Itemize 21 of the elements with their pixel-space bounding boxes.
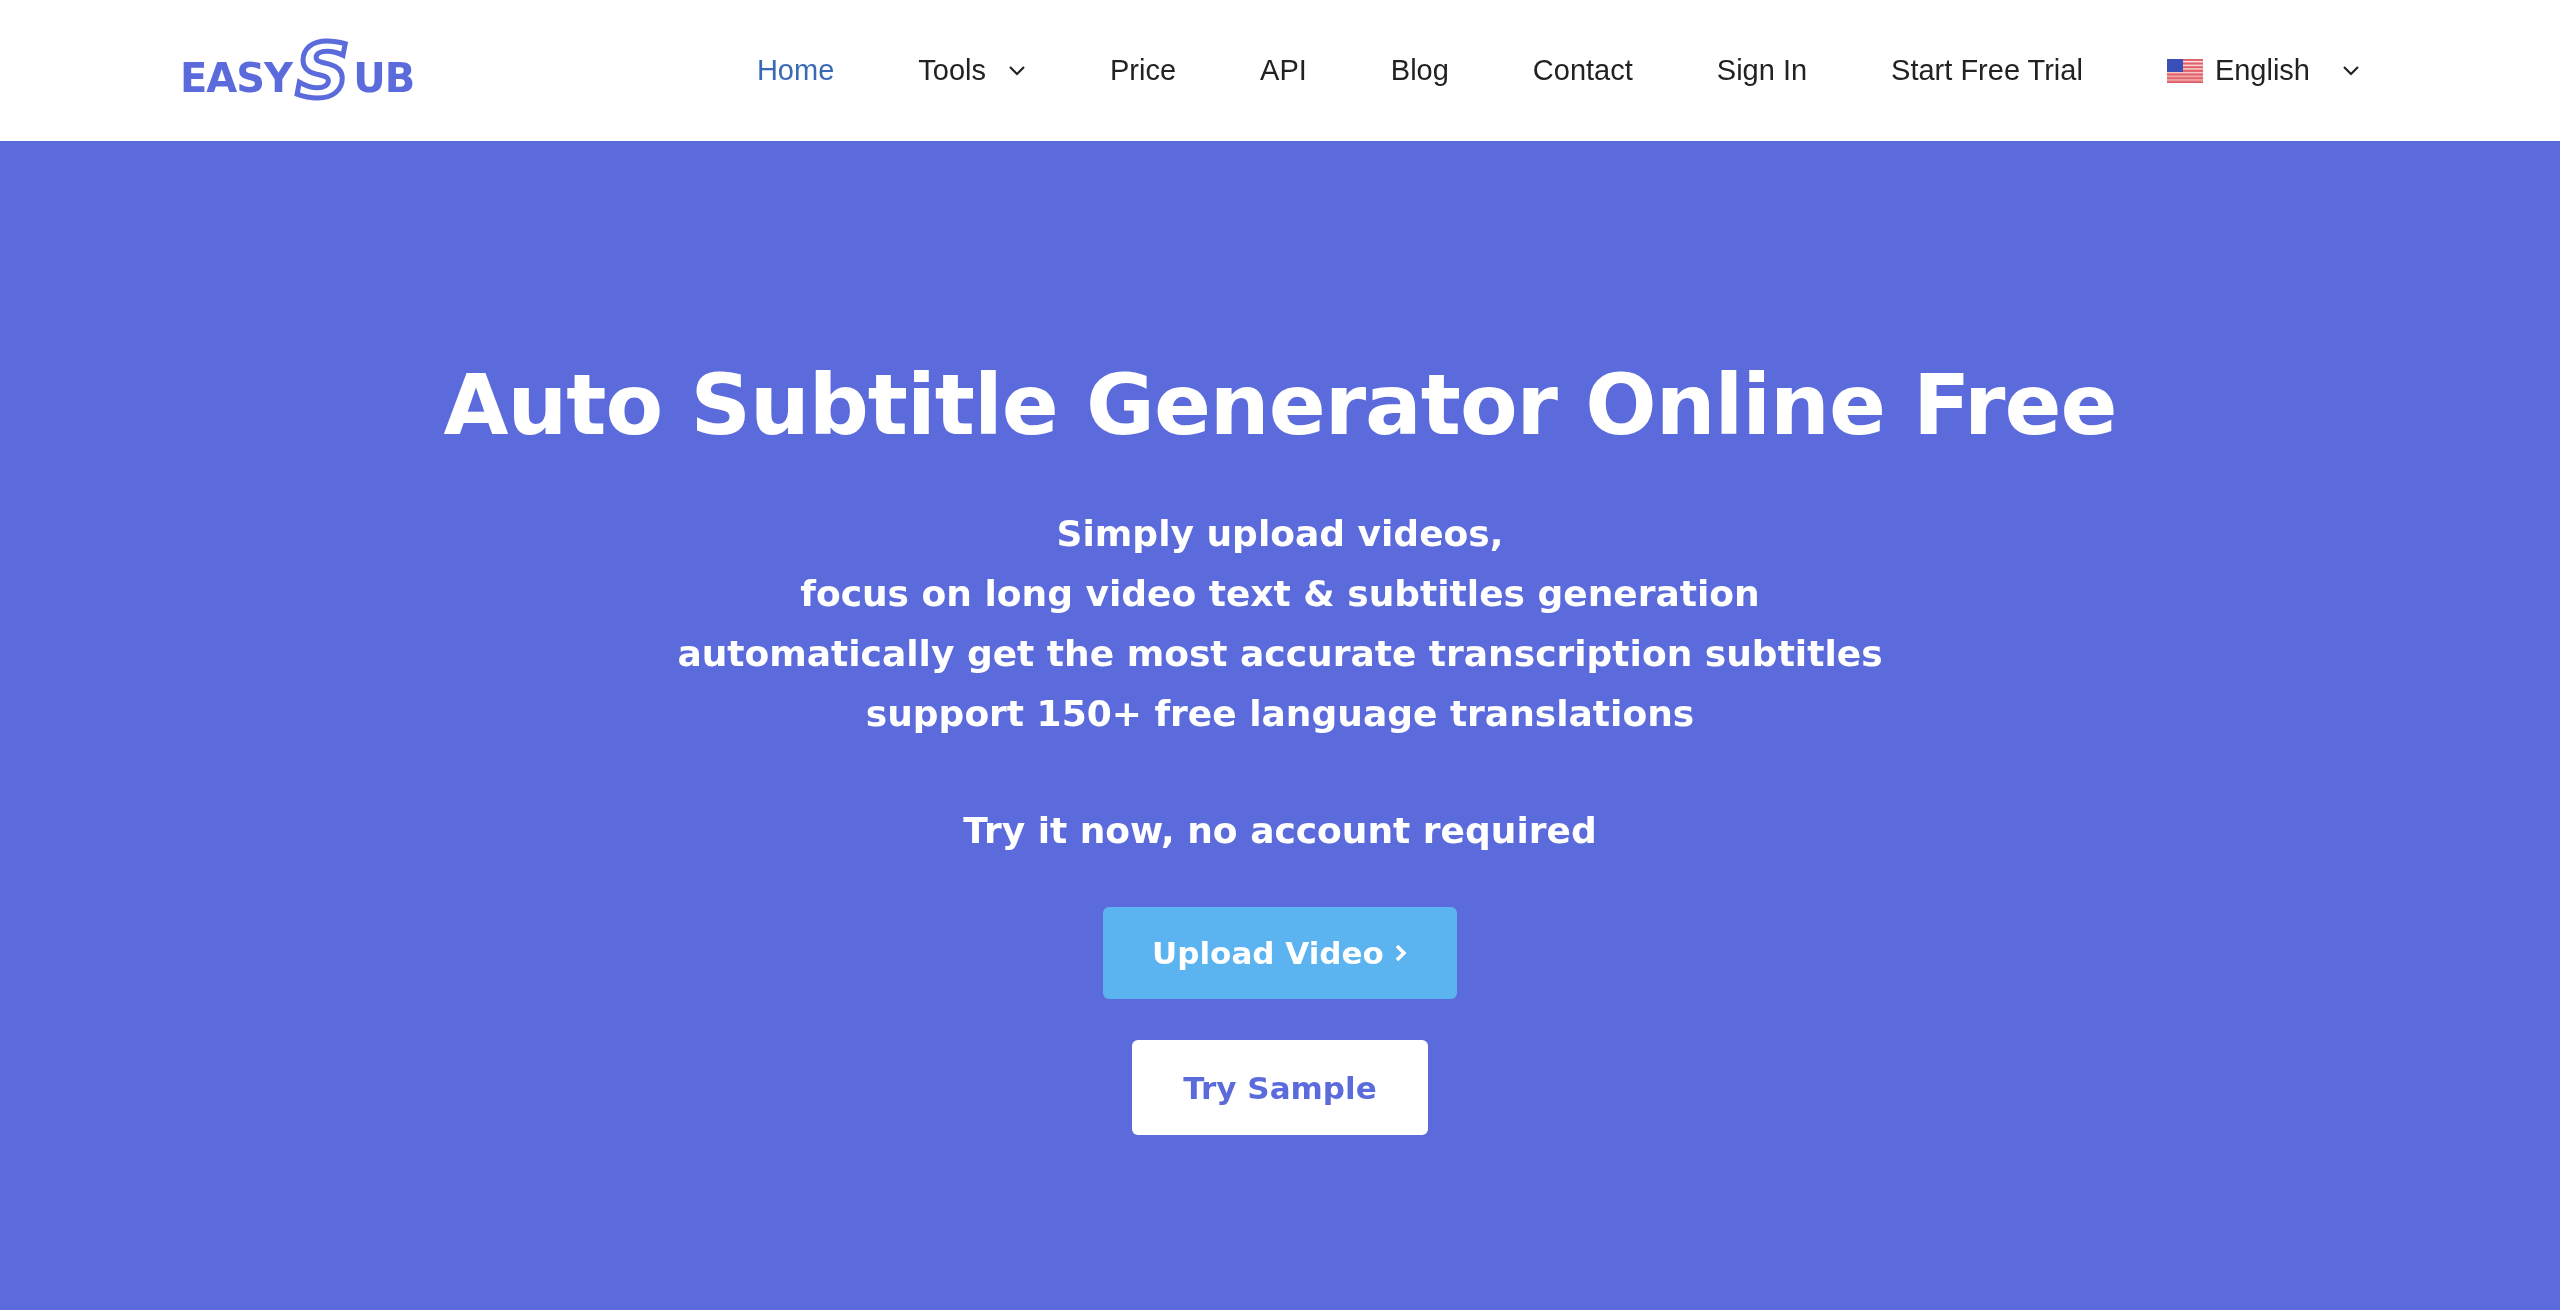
hero-subtitle-line: focus on long video text & subtitles generation [800, 572, 1760, 616]
nav-link[interactable]: API [1260, 54, 1307, 87]
nav-link[interactable]: Price [1109, 54, 1177, 87]
hero-subtitle-line: Simply upload videos, [1056, 512, 1504, 556]
nav-link[interactable]: Contact [1532, 54, 1633, 87]
nav-link[interactable]: Blog [1390, 54, 1449, 87]
chevron-down-icon [2342, 65, 2360, 76]
try-sample-button[interactable]: Try Sample [1132, 1040, 1428, 1135]
nav-link[interactable]: Sign In [1716, 54, 1808, 87]
flag-icon [2166, 58, 2203, 83]
hero-subtitle-line: automatically get the most accurate transcription subtitles [677, 632, 1883, 676]
chevron-right-icon [1393, 943, 1408, 963]
hero-note: Try it now, no account required [963, 810, 1597, 851]
nav-link[interactable]: Start Free Trial [1891, 54, 2083, 87]
language-selector[interactable]: English [2166, 54, 2360, 87]
hero-subtitle-line: support 150+ free language translations [865, 692, 1695, 736]
logo[interactable]: EASYS UB [180, 33, 415, 108]
hero-title: Auto Subtitle Generator Online Free [443, 356, 2117, 454]
nav-link[interactable]: Home [756, 54, 835, 87]
nav-link[interactable]: Tools [918, 54, 1026, 87]
chevron-down-icon [1007, 65, 1026, 76]
